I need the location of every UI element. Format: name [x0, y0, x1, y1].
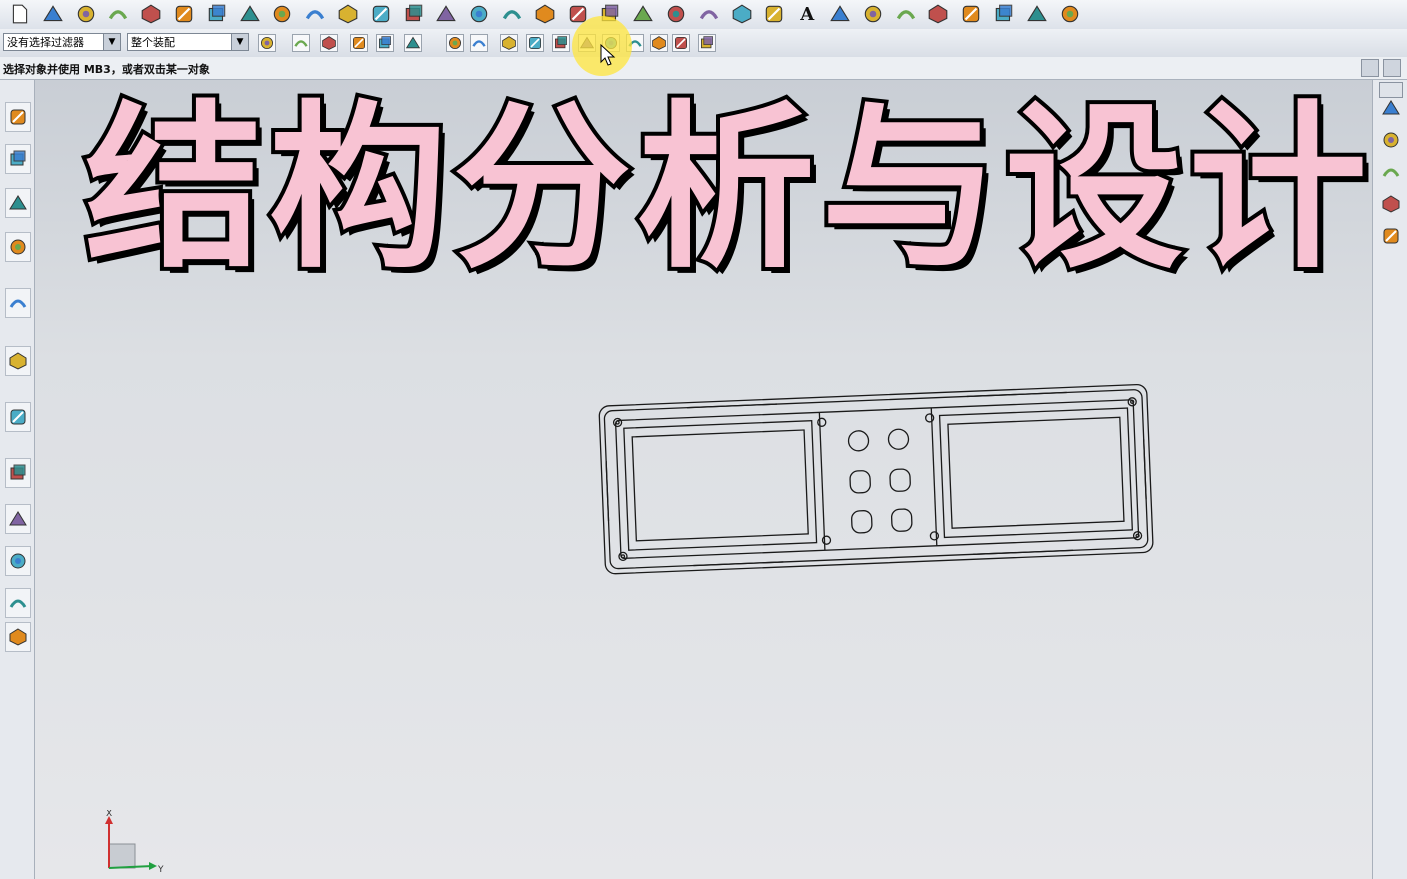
history-icon[interactable]	[5, 402, 31, 432]
pattern-icon[interactable]	[238, 2, 262, 26]
gear-icon[interactable]	[1058, 2, 1082, 26]
box-icon[interactable]	[303, 2, 327, 26]
offset-icon[interactable]	[894, 2, 918, 26]
view-icon[interactable]	[376, 34, 394, 52]
trim-icon[interactable]	[467, 2, 491, 26]
system-materials-icon[interactable]	[5, 458, 31, 488]
extrude-icon[interactable]	[172, 2, 196, 26]
snap-mid-icon[interactable]	[500, 34, 518, 52]
coordinate-triad: X Y	[105, 810, 164, 875]
pipe-icon[interactable]	[1379, 224, 1403, 248]
snap-point-icon[interactable]	[446, 34, 464, 52]
intersect-icon[interactable]	[992, 2, 1016, 26]
bridge-icon[interactable]	[926, 2, 950, 26]
wireframe-icon[interactable]	[697, 2, 721, 26]
box-select-icon[interactable]	[350, 34, 368, 52]
status-prompt: 选择对象并使用 MB3，或者双击某一对象	[3, 63, 210, 76]
cube-icon[interactable]	[533, 2, 557, 26]
part-navigator-icon[interactable]	[5, 188, 31, 218]
snap-control-icon[interactable]	[526, 34, 544, 52]
blend-icon[interactable]	[434, 2, 458, 26]
face-icon[interactable]	[1379, 128, 1403, 152]
line-icon[interactable]	[730, 2, 754, 26]
revolve-icon[interactable]	[336, 2, 360, 26]
type-filter-value: 没有选择过滤器	[7, 36, 84, 49]
resource-bar-right	[1372, 80, 1407, 879]
solid-icon[interactable]	[664, 2, 688, 26]
mouse-pointer-icon	[600, 44, 616, 66]
constraint-icon[interactable]	[5, 144, 31, 174]
assembly-navigator-icon[interactable]	[5, 102, 31, 132]
layout-icon[interactable]	[1379, 160, 1403, 184]
selection-scope-value: 整个装配	[131, 36, 175, 49]
pad-icon[interactable]	[205, 2, 229, 26]
arc-icon[interactable]	[762, 2, 786, 26]
snap-icon[interactable]	[292, 34, 310, 52]
info-icon[interactable]	[5, 288, 31, 318]
wave-icon[interactable]	[500, 2, 524, 26]
chamfer-icon[interactable]	[369, 2, 393, 26]
main-toolbar: A	[0, 0, 1407, 30]
render-icon[interactable]	[1379, 96, 1403, 120]
edit-icon[interactable]	[139, 2, 163, 26]
select-icon[interactable]	[320, 34, 338, 52]
datum-plane-icon[interactable]	[631, 2, 655, 26]
chevron-down-icon[interactable]: ▼	[231, 34, 248, 50]
triad-x-label: X	[106, 810, 112, 819]
roles-icon[interactable]	[5, 588, 31, 618]
block-icon[interactable]	[41, 2, 65, 26]
layer-icon[interactable]	[698, 34, 716, 52]
web-browser-icon[interactable]	[5, 346, 31, 376]
resource-bar-left	[0, 80, 35, 879]
snap-bounded-icon[interactable]	[672, 34, 690, 52]
sweep-icon[interactable]	[74, 2, 98, 26]
video-title-overlay: 结构分析与设计	[81, 85, 1372, 292]
snap-end-icon[interactable]	[470, 34, 488, 52]
status-bar: 选择对象并使用 MB3，或者双击某一对象	[0, 57, 1407, 80]
triad-y-label: Y	[157, 865, 164, 875]
selection-toolbar: 没有选择过滤器 ▼ 整个装配 ▼	[0, 29, 1407, 58]
spline-icon[interactable]	[828, 2, 852, 26]
chevron-down-icon[interactable]: ▼	[103, 34, 120, 50]
cylinder-icon[interactable]	[106, 2, 130, 26]
project-icon[interactable]	[959, 2, 983, 26]
text-icon[interactable]: A	[795, 2, 819, 26]
filter-icon[interactable]	[258, 34, 276, 52]
helix-icon[interactable]	[861, 2, 885, 26]
manufacturing-wizard-icon[interactable]	[5, 546, 31, 576]
fullscreen-icon[interactable]	[1383, 59, 1401, 77]
reuse-library-icon[interactable]	[5, 232, 31, 262]
process-studio-icon[interactable]	[5, 504, 31, 534]
point-icon[interactable]	[1025, 2, 1049, 26]
graphics-window[interactable]: 结构分析与设计 X Y	[35, 80, 1372, 879]
type-filter-select[interactable]: 没有选择过滤器 ▼	[3, 33, 121, 51]
snap-existing-icon[interactable]	[650, 34, 668, 52]
cad-part-model[interactable]	[590, 370, 1170, 585]
shaded-icon[interactable]	[404, 34, 422, 52]
color-icon[interactable]	[1379, 192, 1403, 216]
layout-toggle-icon[interactable]	[1361, 59, 1379, 77]
shell-icon[interactable]	[402, 2, 426, 26]
unite-icon[interactable]	[270, 2, 294, 26]
selection-scope-select[interactable]: 整个装配 ▼	[127, 33, 249, 51]
new-file-icon[interactable]	[8, 2, 32, 26]
snap-intersect-icon[interactable]	[552, 34, 570, 52]
system-scenes-icon[interactable]	[5, 622, 31, 652]
